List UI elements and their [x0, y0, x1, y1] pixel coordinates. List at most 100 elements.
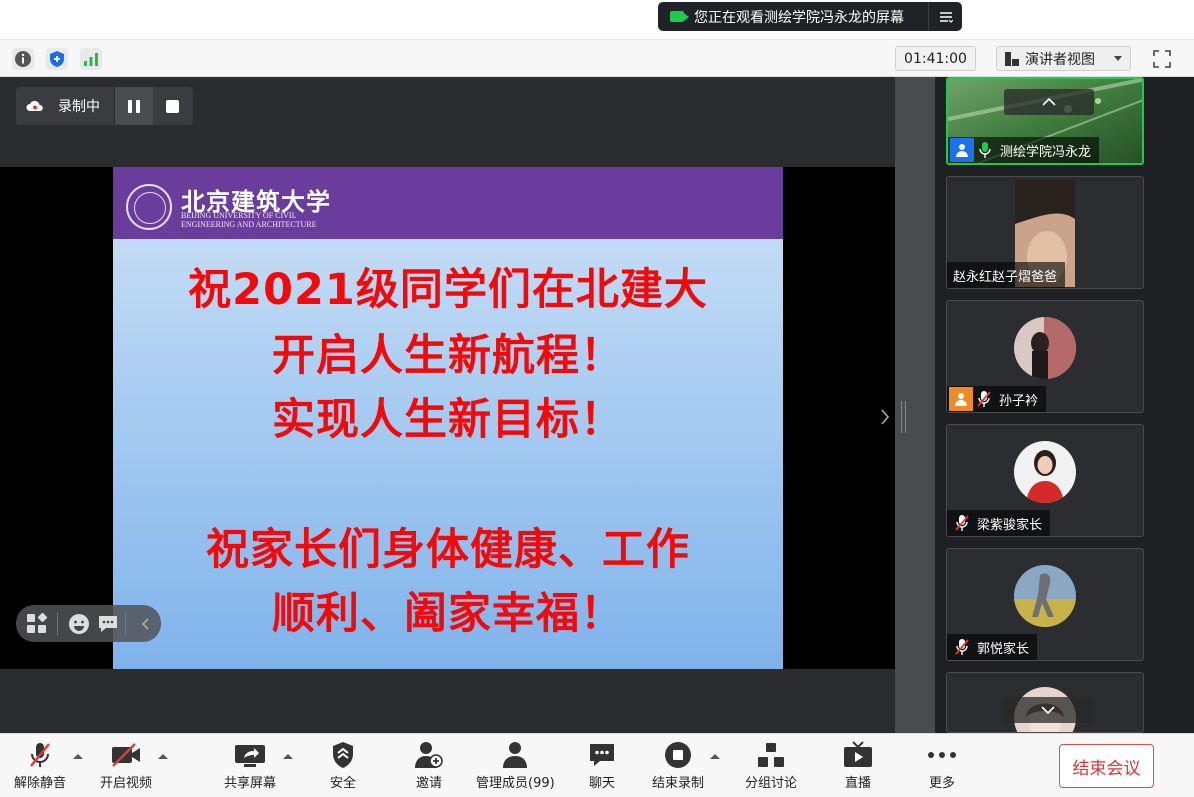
- start-video-button[interactable]: 开启视频: [100, 740, 152, 791]
- collapse-left-icon[interactable]: [132, 609, 161, 639]
- cloud-record-icon: [26, 100, 44, 112]
- chevron-up-icon: [158, 754, 168, 759]
- view-mode-dropdown[interactable]: 演讲者视图: [996, 46, 1131, 71]
- end-meeting-button[interactable]: 结束会议: [1059, 744, 1154, 788]
- chat-label: 聊天: [588, 776, 615, 791]
- chevron-right-icon[interactable]: [879, 407, 891, 427]
- chevron-up-icon: [283, 754, 293, 759]
- more-dots-icon: [926, 740, 958, 770]
- recording-status: 录制中: [58, 99, 100, 115]
- fullscreen-icon[interactable]: [1152, 49, 1172, 69]
- mic-muted-icon: [973, 388, 995, 410]
- chevron-down-icon: [1114, 56, 1122, 61]
- view-mode-label: 演讲者视图: [1025, 51, 1095, 68]
- host-badge-icon: [950, 138, 974, 162]
- unmute-label: 解除静音: [14, 776, 67, 791]
- chat-bubble-icon[interactable]: [94, 609, 123, 639]
- participant-namebar: 郭悦家长: [947, 634, 1038, 660]
- breakout-icon: [755, 740, 787, 770]
- speaker-view-icon: [1005, 51, 1019, 66]
- more-button[interactable]: 更多: [926, 740, 958, 791]
- scroll-up-icon[interactable]: [1004, 89, 1094, 115]
- university-seal-logo: [126, 184, 172, 230]
- unmute-button[interactable]: 解除静音: [14, 740, 66, 791]
- cohost-badge-icon: [949, 387, 973, 411]
- video-label: 开启视频: [100, 776, 153, 791]
- university-english-line-1: BEIJING UNIVERSITY OF CIVIL: [181, 211, 297, 220]
- security-label: 安全: [329, 776, 356, 791]
- members-label: 管理成员(99): [476, 776, 555, 791]
- end-record-label: 结束录制: [652, 776, 705, 791]
- info-icon[interactable]: [12, 48, 34, 70]
- meeting-info-row: 01:41:00 演讲者视图: [0, 40, 1194, 77]
- shared-screen-stage: 录制中 北京建筑大学 BEIJING UNIVERSITY OF CIVIL E…: [0, 77, 895, 733]
- toolbar-divider: [57, 612, 59, 635]
- annotation-toolbar: [16, 605, 161, 642]
- participant-namebar: 赵永红赵子熠爸爸: [947, 262, 1066, 288]
- top-strip: 您正在观看测绘学院冯永龙的屏幕: [0, 0, 1194, 40]
- apps-icon[interactable]: [22, 609, 51, 639]
- presentation-slide: 北京建筑大学 BEIJING UNIVERSITY OF CIVIL ENGIN…: [113, 167, 783, 669]
- security-button[interactable]: 安全: [327, 740, 359, 791]
- live-stream-button[interactable]: 直播: [842, 740, 874, 791]
- video-off-icon: [110, 740, 142, 770]
- shield-icon: [327, 740, 359, 770]
- participant-tile[interactable]: 梁紫骏家长: [946, 424, 1144, 537]
- stage-bottom-band: [0, 669, 895, 733]
- share-screen-button[interactable]: 共享屏幕: [224, 740, 276, 791]
- meeting-timer: 01:41:00: [895, 46, 976, 71]
- share-banner-text: 您正在观看测绘学院冯永龙的屏幕: [694, 9, 904, 26]
- mic-muted-icon: [951, 636, 973, 658]
- participant-tile[interactable]: 赵永红赵子熠爸爸: [946, 176, 1144, 289]
- participant-tile[interactable]: [946, 672, 1144, 733]
- banner-menu-icon[interactable]: [928, 2, 962, 31]
- participant-tile[interactable]: 郭悦家长: [946, 548, 1144, 661]
- participant-name: 孙子衿: [999, 393, 1039, 409]
- slide-line-2: 开启人生新航程！: [272, 331, 624, 381]
- add-user-icon: [413, 740, 445, 770]
- end-recording-button[interactable]: 结束录制: [652, 740, 704, 791]
- meeting-toolbar: 解除静音 开启视频 共享屏幕 安全 邀请 管理成员(99) 聊天 结束录制 分组…: [0, 733, 1194, 797]
- mic-muted-icon: [24, 740, 56, 770]
- university-english-name: BEIJING UNIVERSITY OF CIVIL ENGINEERING …: [181, 211, 317, 229]
- share-label: 共享屏幕: [224, 776, 277, 791]
- participant-namebar: 测绘学院冯永龙: [948, 137, 1100, 163]
- stop-record-icon: [662, 740, 694, 770]
- scroll-down-icon[interactable]: [1003, 697, 1093, 723]
- stop-recording-button[interactable]: [153, 99, 191, 113]
- chat-button[interactable]: 聊天: [586, 740, 618, 791]
- mic-on-icon: [974, 139, 996, 161]
- camera-icon: [670, 11, 689, 22]
- more-label: 更多: [928, 776, 955, 791]
- participant-name: 郭悦家长: [977, 641, 1030, 657]
- avatar: [1014, 565, 1076, 627]
- slide-line-3: 实现人生新目标！: [272, 395, 624, 445]
- chevron-up-icon: [73, 754, 83, 759]
- mic-muted-icon: [951, 512, 973, 534]
- toolbar-divider: [124, 612, 126, 635]
- gallery-divider: [895, 77, 935, 733]
- manage-members-button[interactable]: 管理成员(99): [476, 740, 555, 791]
- slide-header: 北京建筑大学 BEIJING UNIVERSITY OF CIVIL ENGIN…: [113, 167, 783, 239]
- participant-namebar: 孙子衿: [947, 386, 1047, 412]
- participant-tile[interactable]: 孙子衿: [946, 300, 1144, 413]
- participant-namebar: 梁紫骏家长: [947, 510, 1051, 536]
- chevron-up-icon: [710, 754, 720, 759]
- invite-button[interactable]: 邀请: [413, 740, 445, 791]
- invite-label: 邀请: [415, 776, 442, 791]
- security-shield-icon[interactable]: [46, 48, 68, 70]
- slide-line-1: 祝2021级同学们在北建大: [188, 265, 708, 315]
- emoji-icon[interactable]: [64, 609, 93, 639]
- participant-name: 赵永红赵子熠爸爸: [953, 269, 1058, 285]
- breakout-rooms-button[interactable]: 分组讨论: [745, 740, 797, 791]
- share-screen-icon: [234, 740, 266, 770]
- pause-recording-button[interactable]: [115, 87, 153, 125]
- live-tv-icon: [842, 740, 874, 770]
- live-label: 直播: [844, 776, 871, 791]
- resize-handle[interactable]: [901, 401, 906, 433]
- breakout-label: 分组讨论: [745, 776, 798, 791]
- signal-icon[interactable]: [80, 48, 102, 70]
- participant-name: 梁紫骏家长: [977, 517, 1043, 533]
- screen-share-banner: 您正在观看测绘学院冯永龙的屏幕: [658, 2, 962, 31]
- participant-tile[interactable]: 测绘学院冯永龙: [946, 77, 1144, 165]
